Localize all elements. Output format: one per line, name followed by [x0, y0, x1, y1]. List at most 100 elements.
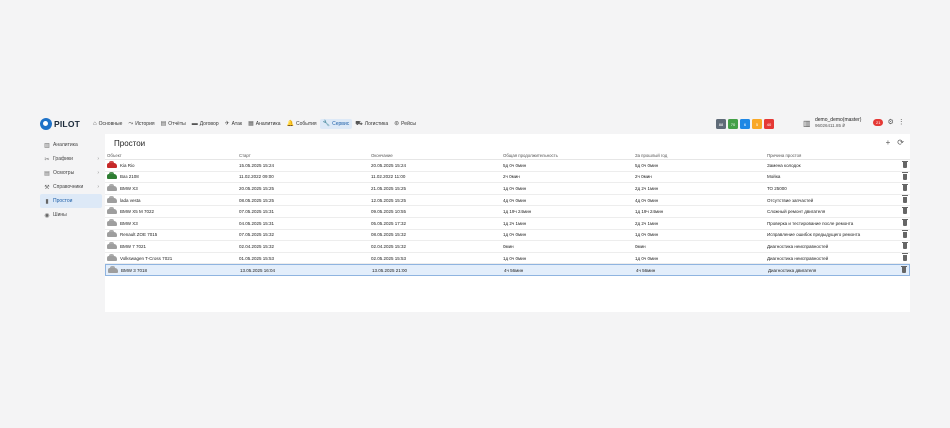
table-row[interactable]: Kia Rio 15.05.2025 15:24 20.05.2025 15:24 5…	[105, 160, 910, 172]
trash-icon[interactable]	[902, 253, 908, 261]
status-counter[interactable]: 70	[728, 119, 738, 129]
status-counter[interactable]: 88	[716, 119, 726, 129]
nav-item-label: Сервис	[332, 121, 350, 127]
sidebar-item-2[interactable]: ▤ Осмотры ›	[40, 166, 102, 180]
table-cell-end: 05.05.2025 17:32	[371, 220, 407, 226]
car-icon	[107, 183, 117, 191]
column-header[interactable]: Общая продолжительность	[503, 153, 558, 159]
sidebar-item-1[interactable]: ✂ Графики ›	[40, 152, 102, 166]
nav-item-3[interactable]: ▬ Договор	[189, 119, 222, 129]
charts-icon: ✂	[44, 156, 50, 163]
table-cell-start: 15.05.2025 15:24	[239, 162, 275, 168]
sidebar-item-3[interactable]: ⚒ Справочники ›	[40, 180, 102, 194]
object-name: Volkswagen T-Cross 7021	[120, 255, 173, 261]
table-cell-start: 04.05.2025 15:31	[239, 220, 275, 226]
status-counter[interactable]: 6	[740, 119, 750, 129]
nav-item-label: История	[135, 121, 155, 127]
column-header[interactable]: Окончание	[371, 153, 393, 159]
nav-item-6[interactable]: 🔔 События	[284, 119, 320, 129]
table-row[interactable]: BMW X3 04.05.2025 15:31 05.05.2025 17:32 1д…	[105, 218, 910, 230]
user-account[interactable]: ▥ demo_demo(master) 96026411.85 ₽	[803, 117, 861, 129]
notifications-badge[interactable]: 21	[873, 119, 884, 126]
trash-icon[interactable]	[902, 195, 908, 203]
status-counter[interactable]: 5	[752, 119, 762, 129]
table-cell-total: 1д 0ч 0мин	[503, 232, 527, 238]
column-header[interactable]: За прошлый год	[635, 153, 667, 159]
table-cell-last-year: 4д 0ч 0мин	[635, 197, 659, 203]
column-header[interactable]: Старт	[239, 153, 251, 159]
table-row[interactable]: Volkswagen T-Cross 7021 01.05.2025 15:53 0…	[105, 253, 910, 265]
contract-icon: ▬	[191, 121, 198, 127]
add-icon[interactable]: +	[886, 139, 891, 147]
table-cell-total: 5д 0ч 0мин	[503, 162, 527, 168]
sidebar-item-0[interactable]: ▥ Аналитика	[40, 138, 102, 152]
gear-icon[interactable]: ⚙	[887, 119, 893, 126]
table-cell-total: 4д 0ч 0мин	[503, 197, 527, 203]
trash-icon[interactable]	[902, 183, 908, 192]
object-name: Kia Rio	[120, 162, 135, 168]
logo-icon	[40, 118, 52, 130]
directory-icon: ⚒	[44, 184, 50, 191]
table-row[interactable]: BMW 3 7018 13.05.2025 16:04 13.05.2025 21:…	[105, 264, 910, 276]
car-icon	[107, 172, 117, 180]
table-row[interactable]: Ваз 2108 11.02.2022 09:00 11.02.2022 11:00…	[105, 172, 910, 184]
nav-item-label: Отчёты	[168, 121, 186, 127]
trash-icon[interactable]	[902, 160, 908, 168]
table-cell-reason: Диагностика неисправностей	[767, 243, 829, 249]
nav-item-8[interactable]: ⛟ Логистика	[352, 119, 391, 129]
table-cell-end: 02.04.2025 15:32	[371, 243, 407, 249]
table-row[interactable]: lada vesta 08.05.2025 15:25 12.05.2025 15:…	[105, 195, 910, 207]
table-cell-end: 08.05.2025 15:32	[371, 232, 407, 238]
object-name: lada vesta	[120, 197, 141, 203]
table-cell-start: 02.04.2025 15:32	[239, 243, 275, 249]
history-icon: ⤳	[128, 121, 134, 127]
nav-item-0[interactable]: ⌂ Основные	[90, 119, 125, 129]
inspection-icon: ▤	[44, 170, 50, 177]
logo[interactable]: PILOT	[40, 118, 80, 130]
table-cell-last-year: 2ч 0мин	[635, 174, 652, 180]
more-vertical-icon[interactable]: ⋮	[898, 119, 905, 126]
nav-item-9[interactable]: ⊛ Рейсы	[391, 119, 419, 129]
table-row[interactable]: BMW 7 7021 02.04.2025 15:32 02.04.2025 15:…	[105, 241, 910, 253]
table-cell-object: BMW X3	[107, 183, 138, 194]
table-cell-object: BMW X3	[107, 218, 138, 229]
table-row[interactable]: BMW X5 M 7022 07.05.2025 15:31 09.05.2025 …	[105, 206, 910, 218]
table-cell-last-year: 4ч 56мин	[636, 267, 656, 273]
object-name: Renault ZOE 7015	[120, 232, 158, 238]
nav-item-4[interactable]: ✈ Атак	[222, 119, 245, 129]
table-cell-start: 01.05.2025 15:53	[239, 255, 275, 261]
object-name: Ваз 2108	[120, 174, 139, 180]
trash-icon[interactable]	[902, 230, 908, 238]
car-icon	[107, 241, 117, 249]
table-cell-last-year: 5д 0ч 0мин	[635, 162, 659, 168]
main-nav: ⌂ Основные ⤳ История ▤ Отчёты ▬ Договор ✈ Атак ▦ Ан…	[90, 119, 419, 129]
flights-icon: ⊛	[394, 121, 400, 127]
car-icon	[107, 218, 117, 226]
table-cell-last-year: 1д 0ч 0мин	[635, 232, 659, 238]
table-row[interactable]: Renault ZOE 7015 07.05.2025 15:32 08.05.20…	[105, 230, 910, 242]
table-cell-reason: ТО 25000	[767, 185, 787, 191]
sidebar-item-4[interactable]: ▮ Простои	[40, 194, 102, 208]
table-cell-start: 20.05.2025 15:25	[239, 185, 275, 191]
trash-icon[interactable]	[902, 206, 908, 215]
trash-icon[interactable]	[902, 241, 908, 250]
sidebar-item-5[interactable]: ◉ Шины	[40, 208, 102, 222]
column-header[interactable]: Объект	[107, 153, 122, 159]
nav-item-5[interactable]: ▦ Аналитика	[245, 119, 283, 129]
object-name: BMW X3	[120, 220, 138, 226]
nav-item-label: Рейсы	[401, 121, 416, 127]
table-cell-end: 11.02.2022 11:00	[371, 174, 406, 180]
sidebar-item-label: Графики	[53, 156, 73, 162]
trash-icon[interactable]	[902, 218, 908, 226]
nav-item-7[interactable]: 🔧 Сервис	[319, 119, 353, 129]
table-row[interactable]: BMW X3 20.05.2025 15:25 21.05.2025 15:25 1д…	[105, 183, 910, 195]
refresh-icon[interactable]: ⟳	[897, 139, 904, 147]
trash-icon[interactable]	[902, 172, 908, 180]
table-cell-last-year: 0мин	[635, 243, 646, 249]
status-counter[interactable]: 40	[764, 119, 774, 129]
nav-item-1[interactable]: ⤳ История	[125, 119, 157, 129]
nav-item-2[interactable]: ▤ Отчёты	[158, 119, 189, 129]
table-cell-end: 09.05.2025 10:55	[371, 209, 407, 215]
trash-icon[interactable]	[901, 265, 907, 274]
column-header[interactable]: Причина простоя	[767, 153, 801, 159]
